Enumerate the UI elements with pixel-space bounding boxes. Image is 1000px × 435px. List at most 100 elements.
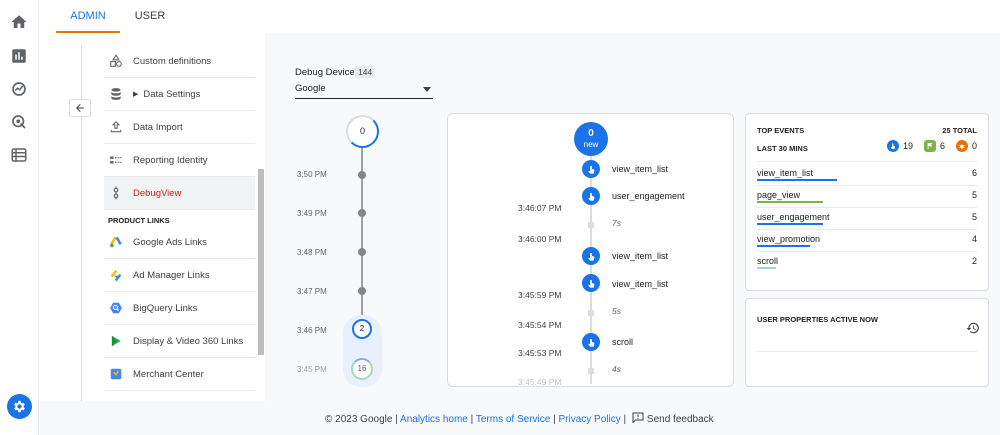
event-name[interactable]: user_engagement	[612, 191, 685, 201]
nav-item-debugview[interactable]: DebugView	[104, 177, 255, 210]
top-event-bar	[757, 245, 810, 247]
gap-duration: 4s	[612, 364, 621, 374]
top-event-row[interactable]: scroll 2	[757, 252, 977, 274]
minute-label: 3:46 PM	[297, 326, 327, 335]
arrow-left-icon	[76, 104, 84, 112]
minute-dot[interactable]	[358, 171, 366, 179]
minute-label: 3:50 PM	[297, 170, 327, 179]
dropdown-arrow-icon	[423, 87, 431, 92]
caret-right-icon[interactable]: ▶	[133, 90, 138, 98]
reports-icon[interactable]	[10, 47, 28, 65]
feedback-icon[interactable]	[632, 412, 644, 423]
divider	[757, 161, 977, 162]
event-touch-icon[interactable]	[582, 187, 600, 205]
nav-item-data-import[interactable]: Data Import	[104, 111, 255, 144]
errors-count: 0	[971, 141, 977, 151]
history-icon[interactable]	[966, 321, 980, 335]
event-time: 3:45:53 PM	[518, 348, 562, 358]
event-touch-icon	[886, 140, 899, 152]
new-events-label: new	[583, 140, 599, 149]
nav-item-data-settings[interactable]: ▶ Data Settings	[104, 78, 255, 111]
minute-label: 3:45 PM	[297, 365, 327, 374]
divider	[757, 351, 977, 352]
nav-item-bigquery-links[interactable]: BigQuery Links	[104, 292, 255, 325]
event-name[interactable]: view_item_list	[612, 251, 668, 261]
top-event-name: view_item_list	[757, 168, 814, 178]
top-events-title: TOP EVENTS	[757, 126, 805, 135]
minutes-top-count: 0	[346, 115, 379, 148]
nav-item-reporting-identity[interactable]: Reporting Identity	[104, 144, 255, 177]
new-events-bubble[interactable]: 0 new	[574, 122, 608, 156]
minute-dot[interactable]	[358, 248, 366, 256]
new-events-count: 0	[588, 128, 594, 139]
gap-duration: 7s	[612, 218, 621, 228]
conversions-count: 6	[939, 141, 945, 151]
explore-icon[interactable]	[10, 80, 28, 98]
debug-device-label: Debug Device	[295, 67, 355, 78]
top-event-value: 6	[971, 168, 977, 178]
gear-icon[interactable]	[7, 394, 32, 419]
minute-dot[interactable]	[358, 209, 366, 217]
analytics-home-link[interactable]: Analytics home	[400, 414, 468, 425]
gap-tick	[588, 368, 594, 374]
minute-count-badge[interactable]: 2	[352, 319, 372, 339]
top-events-total: 25 TOTAL	[942, 126, 977, 135]
admin-scrollbar[interactable]	[258, 169, 264, 355]
debug-device-count: 144	[355, 66, 376, 78]
event-time: 3:45:54 PM	[518, 320, 562, 330]
top-event-row[interactable]: view_item_list 6	[757, 164, 977, 186]
gap-duration: 5s	[612, 306, 621, 316]
copyright-text: © 2023 Google |	[325, 414, 398, 425]
nav-item-ad-manager-links[interactable]: Ad Manager Links	[104, 259, 255, 292]
product-links-heading: PRODUCT LINKS	[108, 216, 170, 225]
back-button[interactable]	[69, 99, 91, 117]
nav-label: Ad Manager Links	[133, 269, 210, 281]
event-name[interactable]: scroll	[612, 337, 633, 347]
configure-icon[interactable]	[10, 146, 28, 164]
events-count: 19	[902, 141, 913, 151]
nav-item-custom-definitions[interactable]: Custom definitions	[104, 45, 255, 78]
privacy-policy-link[interactable]: Privacy Policy	[558, 414, 620, 425]
minute-label: 3:47 PM	[297, 287, 327, 296]
event-time: 3:45:59 PM	[518, 290, 562, 300]
nav-item-google-ads-links[interactable]: Google Ads Links	[104, 226, 255, 259]
terms-of-service-link[interactable]: Terms of Service	[476, 414, 550, 425]
user-properties-card: USER PROPERTIES ACTIVE NOW	[745, 298, 989, 387]
debug-device-select[interactable]: Google	[295, 80, 433, 99]
event-touch-icon[interactable]	[582, 274, 600, 292]
minute-label: 3:49 PM	[297, 209, 327, 218]
top-event-bar	[757, 223, 823, 225]
nav-label: Reporting Identity	[133, 154, 208, 166]
minute-count-badge[interactable]: 16	[351, 358, 373, 380]
top-event-row[interactable]: page_view 5	[757, 186, 977, 208]
top-event-value: 2	[971, 256, 977, 266]
upload-icon	[108, 119, 124, 135]
conversion-flag-icon	[923, 140, 936, 152]
nav-item-merchant-center[interactable]: Merchant Center	[104, 358, 255, 391]
event-type-counts: 19 6 0	[886, 140, 977, 152]
event-touch-icon[interactable]	[582, 247, 600, 265]
left-rail	[0, 0, 39, 435]
seconds-stream-card: 0 new view_item_list user_engagement 3:4…	[447, 113, 734, 387]
event-name[interactable]: view_item_list	[612, 164, 668, 174]
home-icon[interactable]	[10, 13, 28, 31]
debug-icon	[108, 185, 124, 201]
minute-dot[interactable]	[358, 287, 366, 295]
top-event-value: 5	[971, 190, 977, 200]
top-event-row[interactable]: view_promotion 4	[757, 230, 977, 252]
tab-admin[interactable]: ADMIN	[56, 0, 120, 33]
event-name[interactable]: view_item_list	[612, 279, 668, 289]
top-event-value: 4	[971, 234, 977, 244]
top-event-row[interactable]: user_engagement 5	[757, 208, 977, 230]
nav-label: DebugView	[133, 187, 182, 199]
top-event-bar	[757, 201, 823, 203]
nav-label: Data Import	[133, 121, 183, 133]
event-touch-icon[interactable]	[582, 160, 600, 178]
send-feedback-link[interactable]: Send feedback	[647, 414, 714, 425]
nav-item-display-video-360-links[interactable]: Display & Video 360 Links	[104, 325, 255, 358]
tab-user[interactable]: USER	[124, 0, 176, 33]
event-touch-icon[interactable]	[582, 333, 600, 351]
nav-label: Google Ads Links	[133, 236, 207, 248]
database-icon	[108, 86, 124, 102]
advertising-icon[interactable]	[10, 113, 28, 131]
